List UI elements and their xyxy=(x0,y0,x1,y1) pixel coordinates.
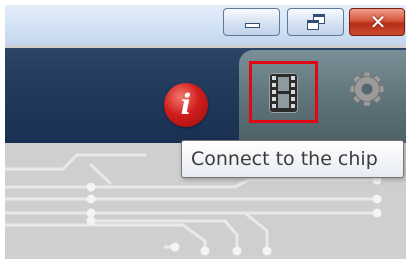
info-button[interactable]: i xyxy=(164,83,208,127)
minimize-button[interactable] xyxy=(223,8,280,36)
restore-button[interactable] xyxy=(287,8,344,36)
minimize-icon xyxy=(245,23,260,28)
info-icon: i xyxy=(180,88,192,121)
close-button[interactable]: ✕ xyxy=(349,8,405,36)
tooltip-text: Connect to the chip xyxy=(191,148,378,170)
application-window: ✕ i Connect to the chip xyxy=(5,5,406,259)
film-strip-icon xyxy=(269,73,298,113)
connect-chip-button[interactable] xyxy=(249,61,318,123)
close-icon: ✕ xyxy=(369,10,387,34)
restore-icon xyxy=(307,14,327,31)
title-bar: ✕ xyxy=(5,5,406,45)
gear-icon[interactable] xyxy=(349,71,385,107)
tooltip: Connect to the chip xyxy=(181,140,404,178)
